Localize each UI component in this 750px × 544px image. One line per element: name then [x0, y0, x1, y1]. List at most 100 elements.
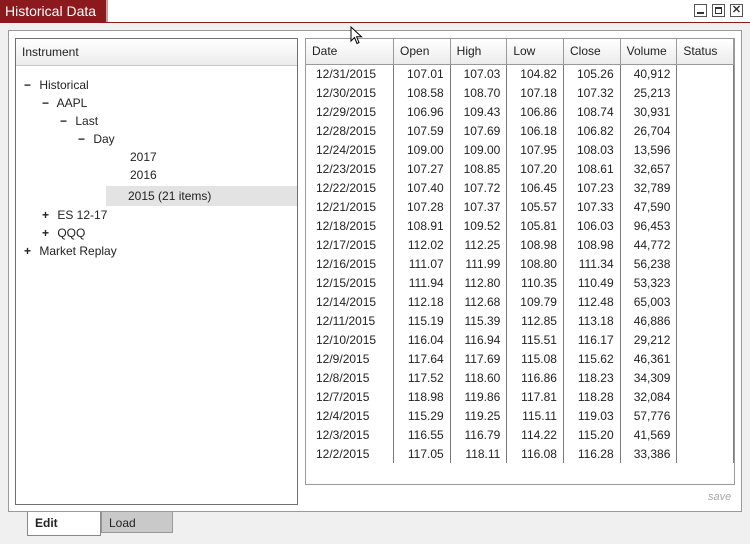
cell-status [676, 83, 734, 102]
table-row[interactable]: 12/2/2015 117.05 118.11 116.08 116.28 33,386 [306, 444, 734, 463]
cell-status [676, 178, 734, 197]
grid-body: 12/31/2015 107.01 107.03 104.82 105.26 40,912… [306, 64, 734, 463]
table-row[interactable]: 12/10/2015 116.04 116.94 115.51 116.17 29,212 [306, 330, 734, 349]
cell-open: 115.29 [393, 406, 451, 425]
cell-low: 109.79 [506, 292, 564, 311]
table-row[interactable]: 12/30/2015 108.58 108.70 107.18 107.32 25,213 [306, 83, 734, 102]
cell-low: 105.81 [506, 216, 564, 235]
tree-node[interactable]: + Market Replay [24, 242, 117, 260]
cell-date: 12/7/2015 [306, 387, 395, 406]
cell-open: 106.96 [393, 102, 451, 121]
tab-load[interactable]: Load [101, 512, 173, 533]
column-header-open[interactable]: Open [393, 39, 451, 65]
cell-volume: 44,772 [620, 235, 678, 254]
cell-close: 111.34 [563, 254, 621, 273]
grid-header-row: Date Open High Low Close Volume Status [306, 39, 734, 65]
table-row[interactable]: 12/14/2015 112.18 112.68 109.79 112.48 65,003 [306, 292, 734, 311]
cell-open: 111.07 [393, 254, 451, 273]
table-row[interactable]: 12/7/2015 118.98 119.86 117.81 118.28 32,084 [306, 387, 734, 406]
minimize-button[interactable] [694, 4, 707, 17]
cell-low: 107.18 [506, 83, 564, 102]
tree-node[interactable]: − Day [78, 130, 115, 148]
table-row[interactable]: 12/28/2015 107.59 107.69 106.18 106.82 26,704 [306, 121, 734, 140]
cell-low: 108.98 [506, 235, 564, 254]
table-row[interactable]: 12/24/2015 109.00 109.00 107.95 108.03 13,596 [306, 140, 734, 159]
tree-node-label: Historical [39, 78, 89, 92]
cell-volume: 34,309 [620, 368, 678, 387]
cell-date: 12/31/2015 [306, 64, 395, 83]
cell-low: 105.57 [506, 197, 564, 216]
table-row[interactable]: 12/17/2015 112.02 112.25 108.98 108.98 44,772 [306, 235, 734, 254]
table-row[interactable]: 12/23/2015 107.27 108.85 107.20 108.61 32,657 [306, 159, 734, 178]
cell-high: 107.37 [450, 197, 508, 216]
cell-low: 107.95 [506, 140, 564, 159]
title-bar: Historical Data ✕ [0, 0, 750, 22]
cell-status [676, 64, 734, 83]
tree-node[interactable]: 2016 [108, 166, 157, 184]
cell-open: 107.27 [393, 159, 451, 178]
table-row[interactable]: 12/18/2015 108.91 109.52 105.81 106.03 96,453 [306, 216, 734, 235]
expand-icon[interactable]: + [24, 242, 36, 260]
table-row[interactable]: 12/29/2015 106.96 109.43 106.86 108.74 30,931 [306, 102, 734, 121]
column-header-close[interactable]: Close [563, 39, 621, 65]
table-row[interactable]: 12/11/2015 115.19 115.39 112.85 113.18 46,886 [306, 311, 734, 330]
collapse-icon[interactable]: − [24, 76, 36, 94]
instrument-panel: Instrument − Historical − AAPL − Last − Day… [15, 38, 298, 505]
tree-node-label: Day [93, 132, 115, 146]
cell-low: 115.08 [506, 349, 564, 368]
cell-status [676, 425, 734, 444]
cell-low: 106.86 [506, 102, 564, 121]
cell-date: 12/16/2015 [306, 254, 395, 273]
tree-node[interactable]: − Historical [24, 76, 89, 94]
table-row[interactable]: 12/16/2015 111.07 111.99 108.80 111.34 56,238 [306, 254, 734, 273]
tree-node[interactable]: − AAPL [42, 94, 87, 112]
cell-close: 108.61 [563, 159, 621, 178]
cell-low: 116.86 [506, 368, 564, 387]
table-row[interactable]: 12/15/2015 111.94 112.80 110.35 110.49 53,323 [306, 273, 734, 292]
table-row[interactable]: 12/8/2015 117.52 118.60 116.86 118.23 34,309 [306, 368, 734, 387]
table-row[interactable]: 12/9/2015 117.64 117.69 115.08 115.62 46,361 [306, 349, 734, 368]
save-link[interactable]: save [708, 491, 731, 503]
cell-open: 109.00 [393, 140, 451, 159]
cell-date: 12/21/2015 [306, 197, 395, 216]
cell-close: 105.26 [563, 64, 621, 83]
cell-volume: 41,569 [620, 425, 678, 444]
collapse-icon[interactable]: − [42, 94, 54, 112]
cell-date: 12/3/2015 [306, 425, 395, 444]
expand-icon[interactable]: + [42, 224, 54, 242]
cell-date: 12/24/2015 [306, 140, 395, 159]
table-row[interactable]: 12/22/2015 107.40 107.72 106.45 107.23 32,789 [306, 178, 734, 197]
column-header-status[interactable]: Status [676, 39, 734, 65]
column-header-low[interactable]: Low [506, 39, 564, 65]
cell-close: 118.28 [563, 387, 621, 406]
cell-high: 108.85 [450, 159, 508, 178]
cell-close: 112.48 [563, 292, 621, 311]
collapse-icon[interactable]: − [60, 112, 72, 130]
table-row[interactable]: 12/31/2015 107.01 107.03 104.82 105.26 40,912 [306, 64, 734, 83]
table-row[interactable]: 12/4/2015 115.29 119.25 115.11 119.03 57,776 [306, 406, 734, 425]
cell-date: 12/9/2015 [306, 349, 395, 368]
tree-node[interactable]: 2015 (21 items) [106, 186, 297, 206]
cell-low: 114.22 [506, 425, 564, 444]
table-row[interactable]: 12/3/2015 116.55 116.79 114.22 115.20 41,569 [306, 425, 734, 444]
table-row[interactable]: 12/21/2015 107.28 107.37 105.57 107.33 47,590 [306, 197, 734, 216]
tab-edit[interactable]: Edit [27, 512, 101, 536]
instrument-header: Instrument [16, 39, 297, 66]
cell-status [676, 311, 734, 330]
tree-node[interactable]: + QQQ [42, 224, 85, 242]
tree-node-label: QQQ [57, 226, 86, 240]
cell-status [676, 197, 734, 216]
column-header-high[interactable]: High [450, 39, 508, 65]
maximize-button[interactable] [712, 4, 725, 17]
tree-node[interactable]: + ES 12-17 [42, 206, 107, 224]
cell-low: 115.11 [506, 406, 564, 425]
tree-node[interactable]: − Last [60, 112, 98, 130]
close-button[interactable]: ✕ [730, 4, 743, 17]
column-header-volume[interactable]: Volume [620, 39, 678, 65]
cell-volume: 46,886 [620, 311, 678, 330]
expand-icon[interactable]: + [42, 206, 54, 224]
collapse-icon[interactable]: − [78, 130, 90, 148]
cell-close: 108.98 [563, 235, 621, 254]
cell-high: 109.52 [450, 216, 508, 235]
tree-node[interactable]: 2017 [108, 148, 157, 166]
